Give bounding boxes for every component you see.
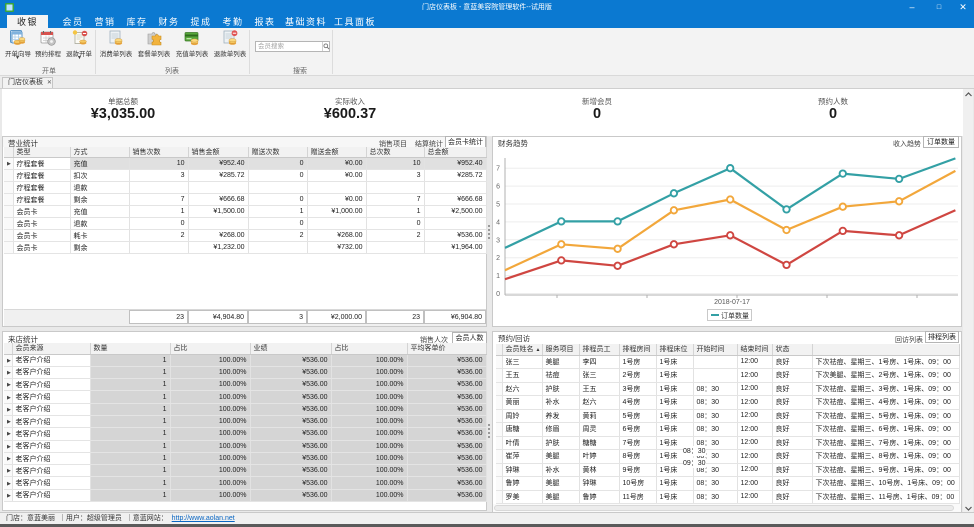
svg-text:3: 3 [496,237,500,244]
svg-text:1: 1 [496,273,500,280]
svg-text:5: 5 [496,202,500,209]
svg-text:7: 7 [496,166,500,173]
svg-text:2018-07-17: 2018-07-17 [714,299,750,306]
svg-text:6: 6 [496,184,500,191]
svg-text:2: 2 [496,255,500,262]
svg-text:0: 0 [496,291,500,298]
svg-text:4: 4 [496,219,500,226]
